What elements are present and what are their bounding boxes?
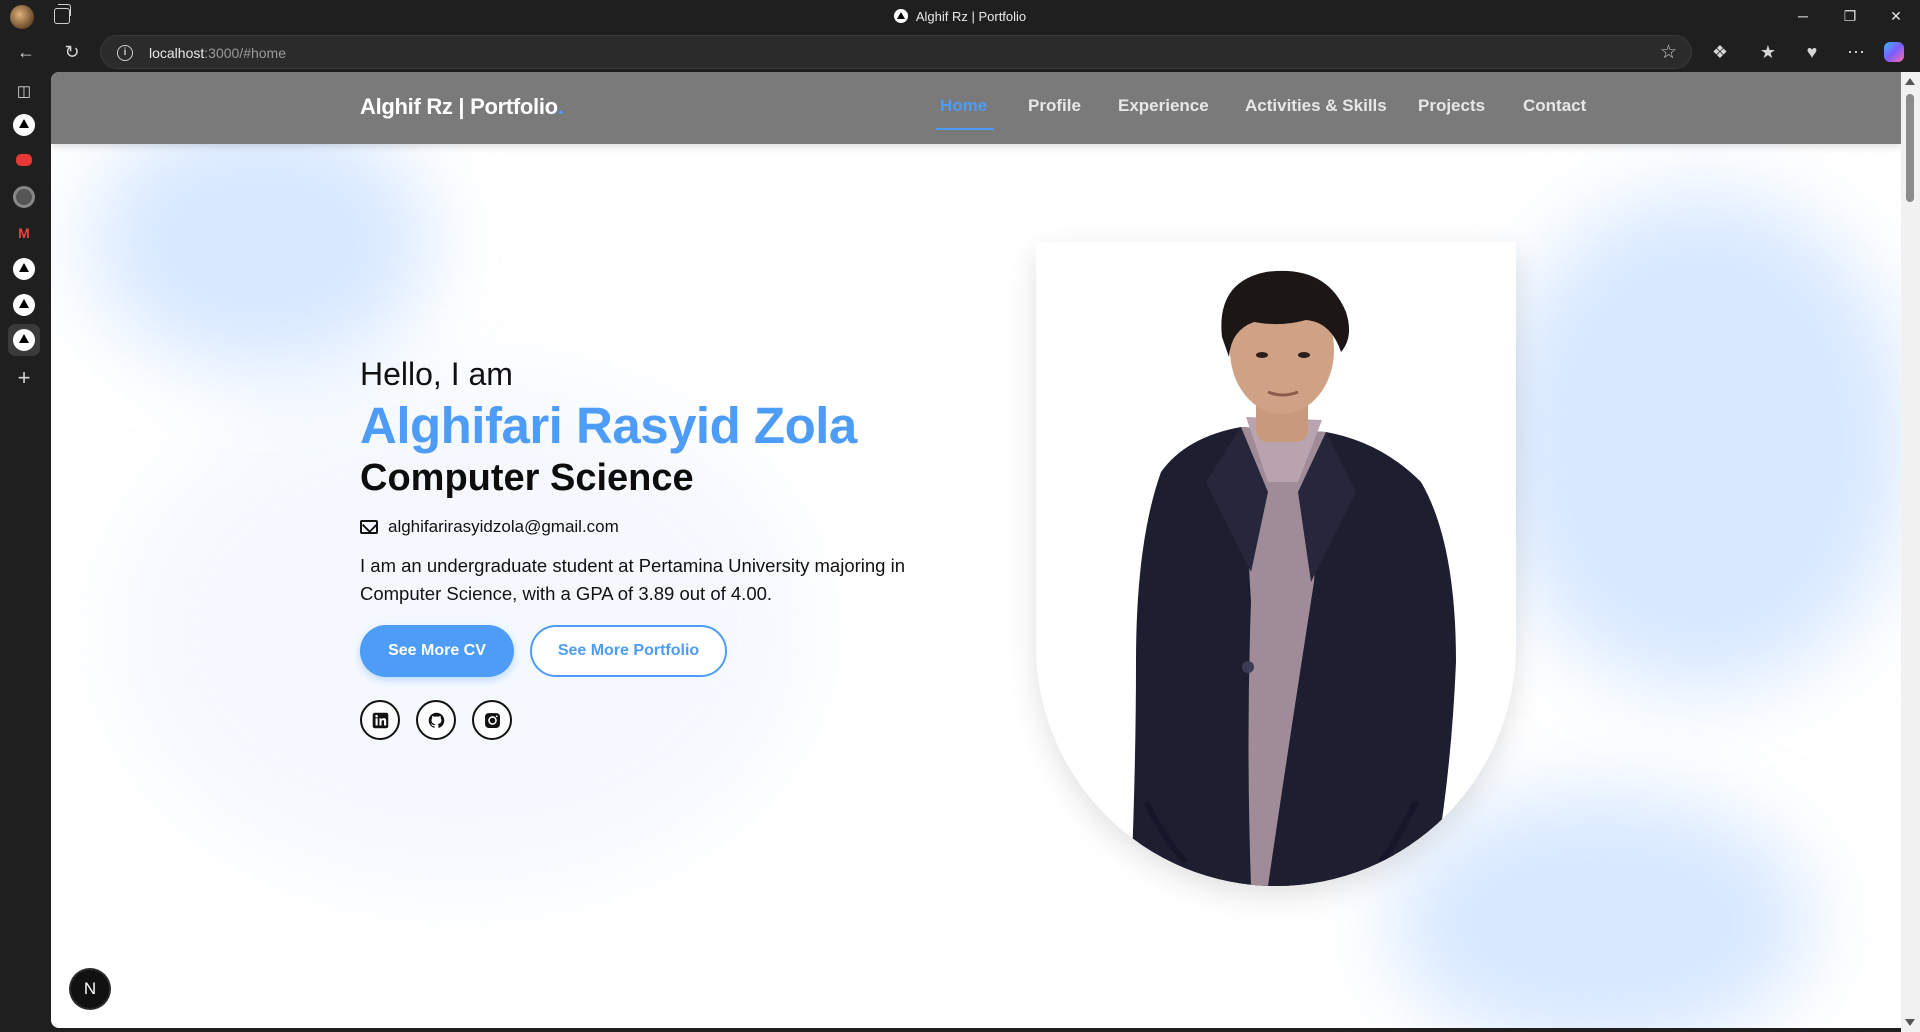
hero-greeting: Hello, I am — [360, 356, 513, 392]
nav-contact[interactable]: Contact — [1523, 96, 1586, 116]
linkedin-icon — [372, 712, 389, 729]
nav-active-underline — [936, 128, 994, 130]
background-glow — [91, 112, 431, 372]
vertical-tabs-icon[interactable]: ◫ — [12, 80, 36, 104]
favorites-icon[interactable]: ★ — [1756, 40, 1780, 64]
site-info-icon[interactable]: i — [117, 45, 133, 61]
scroll-up-arrow-icon[interactable] — [1905, 78, 1915, 85]
profile-photo — [1131, 270, 1456, 886]
hero-name: Alghifari Rasyid Zola — [360, 397, 857, 454]
nav-profile[interactable]: Profile — [1028, 96, 1081, 116]
nav-home[interactable]: Home — [940, 96, 987, 116]
more-menu-icon[interactable]: ⋯ — [1844, 40, 1868, 64]
window-title-text: Alghif Rz | Portfolio — [915, 9, 1027, 24]
email-text: alghifarirasyidzola@gmail.com — [388, 517, 619, 536]
new-tab-plus-icon[interactable]: + — [12, 366, 36, 390]
vercel-tab-icon[interactable] — [13, 258, 35, 280]
github-icon — [428, 712, 445, 728]
youtube-tab-icon[interactable] — [16, 154, 32, 166]
hero-role: Computer Science — [360, 457, 694, 499]
brand-dot: . — [557, 94, 564, 119]
scrollbar-thumb[interactable] — [1906, 94, 1914, 202]
page-scrollbar[interactable] — [1901, 72, 1920, 1032]
profile-photo-card — [1036, 242, 1516, 886]
brand-text: Alghif Rz | Portfolio — [360, 94, 558, 119]
github-button[interactable] — [416, 700, 456, 740]
site-navbar: Alghif Rz | Portfolio. Home Profile Expe… — [51, 72, 1901, 144]
extensions-puzzle-icon[interactable]: ❖ — [1708, 40, 1732, 64]
vercel-favicon-icon — [893, 9, 908, 23]
background-glow — [1491, 192, 1901, 692]
mail-icon — [360, 520, 378, 534]
settings-tab-icon[interactable] — [13, 186, 35, 208]
nextjs-dev-badge[interactable]: N — [71, 970, 109, 1008]
vercel-tab-icon[interactable] — [13, 329, 35, 351]
vercel-tab-icon[interactable] — [13, 294, 35, 316]
window-title: Alghif Rz | Portfolio — [0, 9, 1920, 24]
favorite-star-icon[interactable]: ☆ — [1660, 41, 1677, 64]
nav-experience[interactable]: Experience — [1118, 96, 1209, 116]
copilot-icon[interactable] — [1884, 42, 1904, 62]
browser-sidebar: ◫ M + — [0, 72, 50, 1032]
url-path: :3000/#home — [204, 45, 286, 61]
gmail-tab-icon[interactable]: M — [13, 222, 35, 244]
minimize-button[interactable]: ─ — [1780, 4, 1826, 28]
browser-essentials-icon[interactable]: ♥ — [1800, 40, 1824, 64]
address-bar[interactable]: i localhost:3000/#home ☆ — [100, 35, 1692, 69]
linkedin-button[interactable] — [360, 700, 400, 740]
hero-bio: I am an undergraduate student at Pertami… — [360, 555, 906, 604]
instagram-icon — [485, 713, 500, 728]
close-window-button[interactable]: ✕ — [1873, 4, 1919, 28]
url-host: localhost — [149, 45, 205, 61]
vercel-tab-icon[interactable] — [13, 114, 35, 136]
url-text[interactable]: localhost:3000/#home — [149, 45, 286, 61]
see-more-cv-button[interactable]: See More CV — [360, 625, 514, 677]
see-more-portfolio-button[interactable]: See More Portfolio — [530, 625, 727, 677]
back-arrow-icon[interactable]: ← — [14, 40, 38, 64]
restore-button[interactable]: ❐ — [1827, 4, 1873, 28]
browser-toolbar: ← ↻ i localhost:3000/#home ☆ ❖ ★ ♥ ⋯ — [0, 32, 1920, 72]
refresh-icon[interactable]: ↻ — [60, 40, 84, 64]
scroll-down-arrow-icon[interactable] — [1905, 1019, 1915, 1026]
nav-activities-skills[interactable]: Activities & Skills — [1245, 96, 1387, 116]
site-brand[interactable]: Alghif Rz | Portfolio. — [360, 94, 564, 120]
browser-title-bar: Alghif Rz | Portfolio ─ ❐ ✕ — [0, 0, 1920, 32]
page-viewport: Alghif Rz | Portfolio. Home Profile Expe… — [51, 72, 1901, 1028]
instagram-button[interactable] — [472, 700, 512, 740]
nav-projects[interactable]: Projects — [1418, 96, 1485, 116]
